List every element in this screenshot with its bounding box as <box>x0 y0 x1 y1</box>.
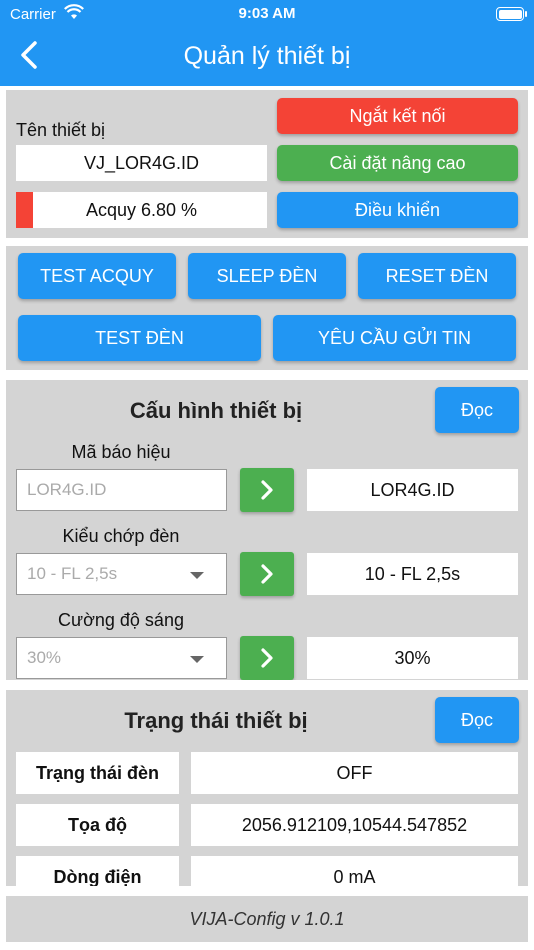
chevron-right-icon <box>261 480 273 500</box>
request-send-button[interactable]: YÊU CẦU GỬI TIN <box>273 315 516 361</box>
battery-level-text: Acquy 6.80 % <box>85 199 198 220</box>
app-header: Carrier 9:03 AM Quản lý thiết bị <box>0 0 534 86</box>
chevron-right-icon <box>261 564 273 584</box>
control-button[interactable]: Điều khiển <box>277 192 518 228</box>
sleep-light-button[interactable]: SLEEP ĐÈN <box>188 253 346 299</box>
device-status-panel: Trạng thái thiết bị Đọc Trạng thái đèn O… <box>6 690 528 886</box>
status-row-value: OFF <box>191 752 518 794</box>
test-light-button[interactable]: TEST ĐÈN <box>18 315 261 361</box>
flash-mode-selected: 10 - FL 2,5s <box>27 564 118 583</box>
status-row-label: Dòng điện <box>16 856 179 886</box>
device-info-panel: Tên thiết bị VJ_LOR4G.ID Acquy 6.80 % Ng… <box>6 90 528 238</box>
config-title: Cấu hình thiết bị <box>129 398 303 423</box>
signal-code-input[interactable]: LOR4G.ID <box>16 469 227 511</box>
flash-mode-label: Kiểu chớp đèn <box>62 526 180 546</box>
config-panel: Cấu hình thiết bị Đọc Mã báo hiệu LOR4G.… <box>6 380 528 680</box>
status-time: 9:03 AM <box>238 5 296 22</box>
page-title: Quản lý thiết bị <box>183 42 351 70</box>
device-name-field: VJ_LOR4G.ID <box>16 145 267 181</box>
signal-code-label: Mã báo hiệu <box>71 442 171 462</box>
app-version-footer: VIJA-Config v 1.0.1 <box>6 896 528 942</box>
battery-level-bar <box>16 192 34 228</box>
dropdown-arrow-icon <box>190 656 204 663</box>
battery-level-field: Acquy 6.80 % <box>16 192 267 228</box>
status-bar: Carrier 9:03 AM <box>0 0 534 28</box>
status-row-value: 0 mA <box>191 856 518 886</box>
reset-light-button[interactable]: RESET ĐÈN <box>358 253 516 299</box>
battery-status-icon <box>496 7 527 21</box>
signal-code-value: LOR4G.ID <box>307 469 518 511</box>
brightness-selected: 30% <box>27 648 62 667</box>
status-read-button[interactable]: Đọc <box>435 697 519 743</box>
disconnect-button[interactable]: Ngắt kết nối <box>277 98 518 134</box>
status-row-value: 2056.912109,10544.547852 <box>191 804 518 846</box>
brightness-send-button[interactable] <box>240 636 294 680</box>
brightness-value: 30% <box>307 637 518 679</box>
brightness-label: Cường độ sáng <box>58 610 184 630</box>
brightness-select[interactable]: 30% <box>16 637 227 679</box>
flash-mode-send-button[interactable] <box>240 552 294 596</box>
flash-mode-value: 10 - FL 2,5s <box>307 553 518 595</box>
device-name-label: Tên thiết bị <box>16 120 106 140</box>
flash-mode-select[interactable]: 10 - FL 2,5s <box>16 553 227 595</box>
test-battery-button[interactable]: TEST ACQUY <box>18 253 176 299</box>
config-read-button[interactable]: Đọc <box>435 387 519 433</box>
chevron-right-icon <box>261 648 273 668</box>
actions-panel: TEST ACQUY SLEEP ĐÈN RESET ĐÈN TEST ĐÈN … <box>6 246 528 370</box>
advanced-settings-button[interactable]: Cài đặt nâng cao <box>277 145 518 181</box>
status-row-label: Trạng thái đèn <box>16 752 179 794</box>
status-title: Trạng thái thiết bị <box>124 708 308 733</box>
signal-code-send-button[interactable] <box>240 468 294 512</box>
status-row-label: Tọa độ <box>16 804 179 846</box>
dropdown-arrow-icon <box>190 572 204 579</box>
